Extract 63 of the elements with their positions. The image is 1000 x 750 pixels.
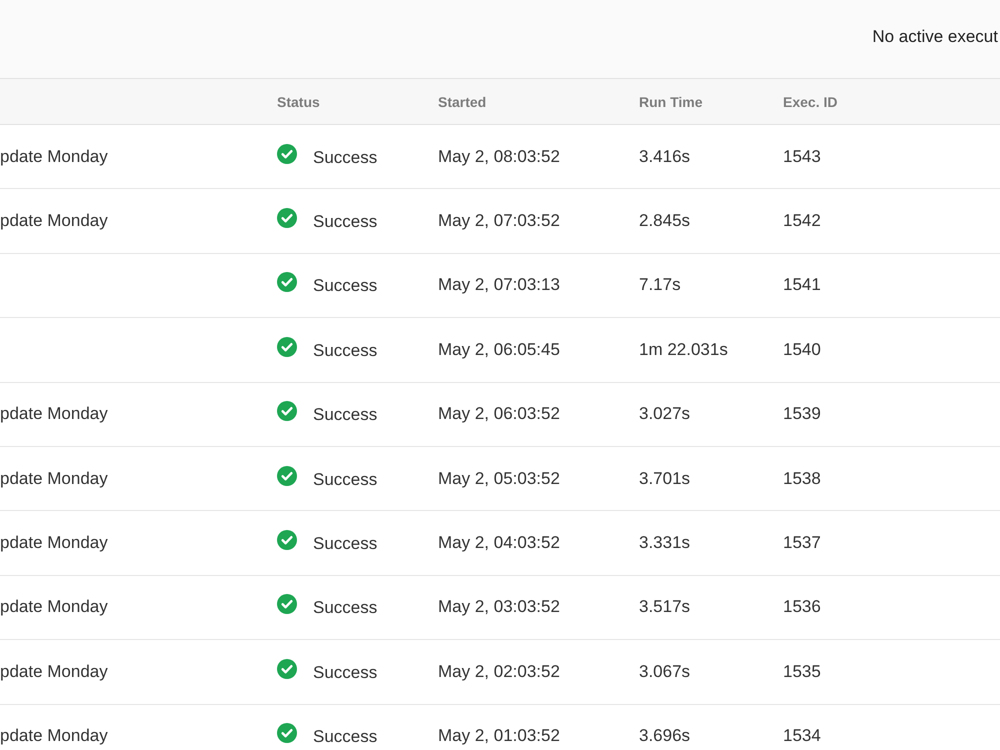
check-circle-icon bbox=[277, 144, 297, 164]
table-cell: May 2, 06:03:52 bbox=[438, 404, 560, 424]
table-cell: pdate Monday bbox=[0, 211, 108, 232]
status-text: Success bbox=[313, 405, 378, 426]
status-text: Success bbox=[313, 148, 378, 168]
check-circle-icon bbox=[277, 530, 297, 550]
check-circle-icon bbox=[277, 272, 297, 292]
check-circle-icon bbox=[277, 401, 297, 422]
table-cell: 1540 bbox=[783, 340, 821, 360]
table-cell: 1535 bbox=[783, 662, 821, 682]
table-cell: May 2, 07:03:52 bbox=[438, 211, 560, 232]
table-cell: May 2, 01:03:52 bbox=[438, 726, 560, 746]
table-cell: 3.331s bbox=[639, 533, 690, 554]
table-cell: May 2, 04:03:52 bbox=[438, 533, 560, 554]
column-header: Exec. ID bbox=[783, 94, 838, 110]
table-cell: pdate Monday bbox=[0, 662, 108, 682]
check-circle-icon bbox=[277, 336, 297, 357]
table-cell: 1537 bbox=[783, 533, 821, 554]
table-cell: May 2, 06:05:45 bbox=[438, 340, 560, 360]
check-circle-icon bbox=[277, 658, 297, 679]
table-cell: May 2, 03:03:52 bbox=[438, 597, 560, 618]
column-header: Run Time bbox=[639, 94, 703, 110]
status-text: Success bbox=[313, 212, 378, 232]
table-cell: 1538 bbox=[783, 468, 821, 489]
status-text: Success bbox=[313, 340, 378, 361]
table-cell: 1543 bbox=[783, 146, 821, 167]
table-cell: 1542 bbox=[783, 211, 821, 232]
status-text: Success bbox=[313, 598, 378, 618]
table-cell: pdate Monday bbox=[0, 404, 108, 424]
status-text: Success bbox=[313, 276, 378, 296]
status-text: Success bbox=[313, 727, 378, 748]
status-text: Success bbox=[313, 470, 378, 490]
table-cell: 1534 bbox=[783, 726, 821, 746]
check-circle-icon bbox=[277, 723, 297, 744]
table-cell: 7.17s bbox=[639, 275, 681, 296]
table-cell: 3.517s bbox=[639, 597, 690, 618]
table-cell: 3.067s bbox=[639, 662, 690, 682]
table-cell: pdate Monday bbox=[0, 533, 108, 554]
column-header: Started bbox=[438, 94, 486, 110]
table-cell: 3.027s bbox=[639, 404, 690, 424]
table-cell: pdate Monday bbox=[0, 597, 108, 618]
status-text: Success bbox=[313, 534, 378, 554]
column-header: Status bbox=[277, 94, 320, 110]
table-cell: May 2, 02:03:52 bbox=[438, 662, 560, 682]
table-cell: 1541 bbox=[783, 275, 821, 296]
table-cell: May 2, 05:03:52 bbox=[438, 468, 560, 489]
table-cell: pdate Monday bbox=[0, 146, 108, 167]
table-cell: 1539 bbox=[783, 404, 821, 424]
check-circle-icon bbox=[277, 594, 297, 614]
table-cell: May 2, 07:03:13 bbox=[438, 275, 560, 296]
table-cell: May 2, 08:03:52 bbox=[438, 146, 560, 167]
check-circle-icon bbox=[277, 208, 297, 228]
table-cell: 1536 bbox=[783, 597, 821, 618]
table-cell: 2.845s bbox=[639, 211, 690, 232]
table-cell: 3.701s bbox=[639, 468, 690, 489]
table-cell: pdate Monday bbox=[0, 468, 108, 489]
table-cell: 1m 22.031s bbox=[639, 340, 728, 360]
table-cell: 3.416s bbox=[639, 146, 690, 167]
status-message: No active execut bbox=[872, 27, 998, 47]
check-circle-icon bbox=[277, 466, 297, 486]
status-text: Success bbox=[313, 662, 378, 683]
table-cell: 3.696s bbox=[639, 726, 690, 746]
table-cell: pdate Monday bbox=[0, 726, 108, 746]
